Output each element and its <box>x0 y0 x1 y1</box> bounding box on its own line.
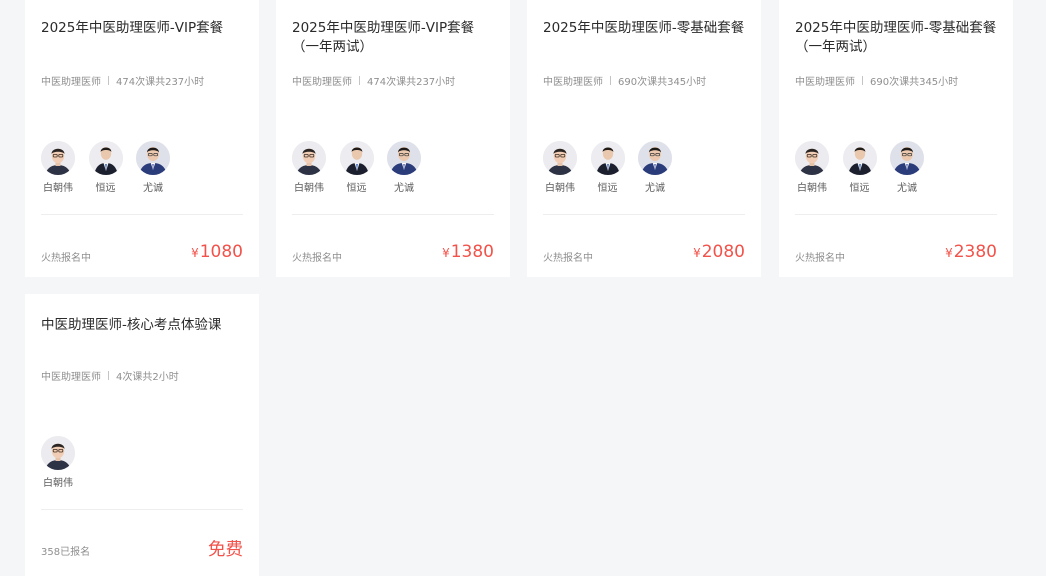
card-divider <box>543 214 745 215</box>
teacher-avatar-icon <box>292 141 326 175</box>
teacher-name: 白朝伟 <box>797 183 827 194</box>
teacher-item: 尤诚 <box>387 141 421 194</box>
course-lessons: 690次课共345小时 <box>618 77 707 88</box>
teacher-avatar-icon <box>590 141 625 175</box>
teacher-name: 恒远 <box>597 183 618 194</box>
teacher-name: 白朝伟 <box>43 183 73 194</box>
course-lessons: 474次课共237小时 <box>116 77 205 88</box>
course-price: ¥2380 <box>945 242 997 262</box>
course-meta: 中医助理医师 474次课共237小时 <box>292 73 455 88</box>
course-title[interactable]: 2025年中医助理医师-零基础套餐（一年两试） <box>795 19 999 57</box>
course-category: 中医助理医师 <box>41 372 101 383</box>
course-price: ¥2080 <box>693 242 745 262</box>
teacher-name: 恒远 <box>849 183 870 194</box>
teacher-avatar-icon <box>842 141 877 175</box>
teacher-name: 白朝伟 <box>545 183 575 194</box>
teacher-item: 恒远 <box>88 141 123 194</box>
teacher-list: 白朝伟 <box>41 436 89 489</box>
card-divider <box>41 214 243 215</box>
teacher-item: 白朝伟 <box>795 141 829 194</box>
course-card[interactable]: 2025年中医助理医师-零基础套餐（一年两试） 中医助理医师 690次课共345… <box>779 0 1013 277</box>
teacher-name: 恒远 <box>95 183 116 194</box>
course-category: 中医助理医师 <box>292 77 352 88</box>
price-value: 1080 <box>199 242 243 262</box>
currency-symbol: ¥ <box>693 246 701 260</box>
teacher-avatar-icon <box>543 141 577 175</box>
enroll-status: 火热报名中 <box>795 253 845 264</box>
teacher-name: 尤诚 <box>645 183 665 194</box>
card-divider <box>795 214 997 215</box>
course-card[interactable]: 2025年中医助理医师-零基础套餐 中医助理医师 690次课共345小时 白朝伟… <box>527 0 761 277</box>
course-card[interactable]: 中医助理医师-核心考点体验课 中医助理医师 4次课共2小时 白朝伟 358已报名… <box>25 294 259 576</box>
teacher-name: 尤诚 <box>897 183 917 194</box>
currency-symbol: ¥ <box>442 246 450 260</box>
course-price: ¥1380 <box>442 242 494 262</box>
price-value: 1380 <box>450 242 494 262</box>
course-category: 中医助理医师 <box>795 77 855 88</box>
enroll-status: 火热报名中 <box>292 253 342 264</box>
course-card[interactable]: 2025年中医助理医师-VIP套餐（一年两试） 中医助理医师 474次课共237… <box>276 0 510 277</box>
teacher-name: 白朝伟 <box>43 478 73 489</box>
course-price: 免费 <box>208 536 243 561</box>
teacher-item: 尤诚 <box>136 141 170 194</box>
course-category: 中医助理医师 <box>41 77 101 88</box>
teacher-list: 白朝伟 恒远 尤诚 <box>795 141 938 194</box>
teacher-list: 白朝伟 恒远 尤诚 <box>41 141 184 194</box>
teacher-item: 恒远 <box>590 141 625 194</box>
meta-separator <box>108 371 109 380</box>
course-title[interactable]: 2025年中医助理医师-零基础套餐 <box>543 19 747 38</box>
course-meta: 中医助理医师 474次课共237小时 <box>41 73 204 88</box>
price-value: 2380 <box>953 242 997 262</box>
course-lessons: 474次课共237小时 <box>367 77 456 88</box>
teacher-item: 白朝伟 <box>543 141 577 194</box>
teacher-item: 尤诚 <box>890 141 924 194</box>
teacher-name: 尤诚 <box>143 183 163 194</box>
enroll-status: 火热报名中 <box>41 253 91 264</box>
course-lessons: 4次课共2小时 <box>116 372 179 383</box>
teacher-item: 白朝伟 <box>292 141 326 194</box>
teacher-avatar-icon <box>41 436 75 470</box>
course-card[interactable]: 2025年中医助理医师-VIP套餐 中医助理医师 474次课共237小时 白朝伟… <box>25 0 259 277</box>
teacher-avatar-icon <box>41 141 75 175</box>
meta-separator <box>610 76 611 85</box>
meta-separator <box>862 76 863 85</box>
teacher-list: 白朝伟 恒远 尤诚 <box>543 141 686 194</box>
teacher-avatar-icon <box>136 141 170 175</box>
teacher-avatar-icon <box>339 141 374 175</box>
teacher-avatar-icon <box>387 141 421 175</box>
teacher-avatar-icon <box>795 141 829 175</box>
card-divider <box>292 214 494 215</box>
currency-symbol: ¥ <box>945 246 953 260</box>
course-meta: 中医助理医师 4次课共2小时 <box>41 368 179 383</box>
course-lessons: 690次课共345小时 <box>870 77 959 88</box>
teacher-list: 白朝伟 恒远 尤诚 <box>292 141 435 194</box>
course-title[interactable]: 中医助理医师-核心考点体验课 <box>41 316 245 335</box>
teacher-item: 恒远 <box>339 141 374 194</box>
teacher-avatar-icon <box>890 141 924 175</box>
teacher-item: 白朝伟 <box>41 141 75 194</box>
course-meta: 中医助理医师 690次课共345小时 <box>795 73 958 88</box>
teacher-avatar-icon <box>88 141 123 175</box>
price-value: 2080 <box>701 242 745 262</box>
price-value: 免费 <box>208 540 243 560</box>
teacher-name: 白朝伟 <box>294 183 324 194</box>
teacher-name: 尤诚 <box>394 183 414 194</box>
course-meta: 中医助理医师 690次课共345小时 <box>543 73 706 88</box>
teacher-name: 恒远 <box>346 183 367 194</box>
meta-separator <box>359 76 360 85</box>
teacher-item: 恒远 <box>842 141 877 194</box>
course-title[interactable]: 2025年中医助理医师-VIP套餐 <box>41 19 245 38</box>
course-title[interactable]: 2025年中医助理医师-VIP套餐（一年两试） <box>292 19 496 57</box>
course-category: 中医助理医师 <box>543 77 603 88</box>
course-price: ¥1080 <box>191 242 243 262</box>
card-divider <box>41 509 243 510</box>
enroll-count: 358已报名 <box>41 547 91 558</box>
meta-separator <box>108 76 109 85</box>
enroll-status: 火热报名中 <box>543 253 593 264</box>
teacher-avatar-icon <box>638 141 672 175</box>
currency-symbol: ¥ <box>191 246 199 260</box>
teacher-item: 白朝伟 <box>41 436 75 489</box>
teacher-item: 尤诚 <box>638 141 672 194</box>
